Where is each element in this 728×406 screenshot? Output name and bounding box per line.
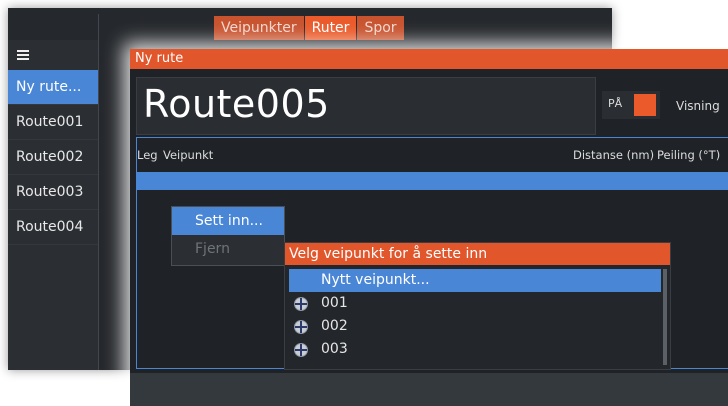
- table-row[interactable]: [137, 172, 728, 190]
- tab-waypoints[interactable]: Veipunkter: [214, 16, 304, 40]
- tab-routes[interactable]: Ruter: [304, 16, 357, 40]
- menu-button[interactable]: [8, 40, 98, 70]
- list-item[interactable]: 001: [289, 292, 661, 315]
- list-item-label: 003: [321, 341, 348, 357]
- route-name-value: Route005: [143, 82, 330, 126]
- route-name-field[interactable]: Route005: [136, 77, 596, 135]
- bottom-bar: [130, 373, 728, 406]
- dialog-title: Ny rute: [130, 49, 728, 69]
- divider: [98, 14, 99, 370]
- list-item[interactable]: 002: [289, 315, 661, 338]
- display-toggle[interactable]: PÅ: [602, 91, 660, 119]
- route-list: Ny rute... Route001 Route002 Route003 Ro…: [8, 40, 98, 370]
- picker-title: Velg veipunkt for å sette inn: [285, 243, 670, 265]
- insert-menu-item[interactable]: Sett inn...: [172, 207, 284, 235]
- sidebar-item-route004[interactable]: Route004: [8, 210, 98, 245]
- sidebar-item-new-route[interactable]: Ny rute...: [8, 70, 98, 105]
- column-header-bearing: Peiling (°T): [657, 148, 721, 162]
- tab-tracks[interactable]: Spor: [357, 16, 404, 40]
- tab-bar: Veipunkter Ruter Spor: [214, 16, 405, 40]
- list-item[interactable]: 003: [289, 338, 661, 361]
- list-item-label: Nytt veipunkt...: [321, 272, 430, 288]
- toggle-switch[interactable]: [634, 94, 656, 116]
- waypoint-icon: [294, 343, 308, 357]
- waypoint-icon: [294, 297, 308, 311]
- sidebar-item-route002[interactable]: Route002: [8, 140, 98, 175]
- waypoint-list: Nytt veipunkt... 001 002 003: [289, 269, 661, 361]
- column-header-waypoint: Veipunkt: [163, 148, 214, 162]
- remove-menu-item[interactable]: Fjern: [172, 235, 284, 263]
- sidebar-item-route001[interactable]: Route001: [8, 105, 98, 140]
- column-header-leg: Leg: [137, 148, 158, 162]
- toggle-label: PÅ: [608, 97, 623, 110]
- new-waypoint-item[interactable]: Nytt veipunkt...: [289, 269, 661, 292]
- waypoint-picker: Velg veipunkt for å sette inn Nytt veipu…: [284, 242, 671, 370]
- waypoint-icon: [294, 320, 308, 334]
- list-item-label: 002: [321, 318, 348, 334]
- context-menu: Sett inn... Fjern: [171, 206, 285, 266]
- sidebar-item-route003[interactable]: Route003: [8, 175, 98, 210]
- scrollbar[interactable]: [663, 269, 667, 365]
- column-header-distance: Distanse (nm): [573, 148, 655, 162]
- display-label: Visning: [676, 99, 720, 113]
- hamburger-menu-icon: [17, 50, 29, 60]
- list-item-label: 001: [321, 295, 348, 311]
